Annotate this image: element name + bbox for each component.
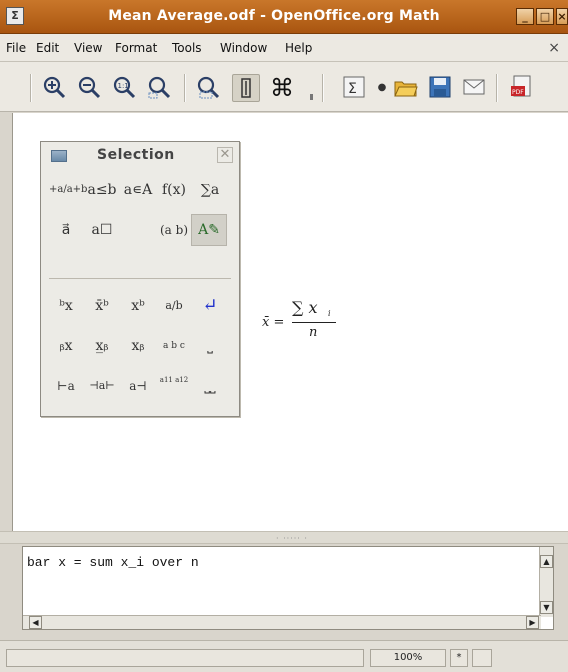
left-subscript-icon[interactable]: ᵦx bbox=[49, 332, 83, 360]
fraction-bar bbox=[292, 322, 336, 323]
export-pdf-icon[interactable]: PDF bbox=[508, 74, 536, 102]
formula-numerator-subscript: i bbox=[328, 309, 331, 318]
new-line-icon[interactable]: ↵ bbox=[193, 292, 227, 320]
zoom-100-icon[interactable]: 1:1 bbox=[110, 74, 138, 102]
zoom-in-icon[interactable] bbox=[40, 74, 68, 102]
attributes-icon[interactable]: a⃗ bbox=[49, 216, 83, 244]
svg-text:Σ: Σ bbox=[348, 81, 357, 97]
toolbar-separator bbox=[30, 74, 32, 102]
minimize-button[interactable]: _ bbox=[516, 8, 534, 25]
math-app-icon[interactable]: Σ bbox=[6, 7, 24, 25]
menu-window[interactable]: Window bbox=[220, 41, 267, 55]
selection-panel[interactable]: Selection ✕ +a/a+b a≤b a∊A f(x) ∑a a⃗ a☐… bbox=[40, 141, 240, 417]
window-title: Mean Average.odf - OpenOffice.org Math bbox=[108, 8, 440, 24]
menu-help[interactable]: Help bbox=[285, 41, 312, 55]
left-superscript-icon[interactable]: ᵇx bbox=[49, 292, 83, 320]
scroll-down-button[interactable]: ▼ bbox=[540, 601, 553, 614]
email-icon[interactable] bbox=[460, 74, 488, 102]
brackets-icon[interactable]: (a b) bbox=[157, 216, 191, 244]
right-superscript-icon[interactable]: xᵇ bbox=[121, 292, 155, 320]
right-subscript-icon[interactable]: xᵦ bbox=[121, 332, 155, 360]
menu-format[interactable]: Format bbox=[115, 41, 157, 55]
vertical-stack-icon[interactable]: a/b bbox=[157, 292, 191, 320]
zoom-selection-icon[interactable] bbox=[194, 74, 222, 102]
set-operations-icon[interactable]: a∊A bbox=[121, 176, 155, 204]
selection-panel-title: Selection bbox=[97, 147, 175, 163]
small-gap-icon[interactable]: ⎵ bbox=[193, 332, 227, 360]
toolbar-overflow-marker bbox=[310, 94, 313, 100]
formula-denominator: n bbox=[309, 325, 318, 340]
vertical-scrollbar[interactable]: ▲ ▼ bbox=[539, 547, 553, 617]
selection-panel-header[interactable]: Selection ✕ bbox=[41, 142, 239, 170]
zoom-out-icon[interactable] bbox=[75, 74, 103, 102]
commands-editor[interactable]: bar x = sum x_i over n ▲ ▼ ◀ ▶ bbox=[22, 546, 554, 630]
menu-file[interactable]: File bbox=[6, 41, 26, 55]
menu-bar: File Edit View Format Tools Window Help … bbox=[0, 34, 568, 62]
title-bar[interactable]: Σ Mean Average.odf - OpenOffice.org Math… bbox=[0, 0, 568, 34]
menu-view[interactable]: View bbox=[74, 41, 102, 55]
maximize-button[interactable]: □ bbox=[536, 8, 554, 25]
rendered-formula[interactable]: x̄ = ∑ x i n bbox=[262, 298, 352, 348]
sum-icon[interactable]: Σ bbox=[340, 74, 368, 102]
formula-cursor-icon[interactable] bbox=[232, 74, 260, 102]
splitter-grip[interactable]: · ····· · bbox=[276, 534, 308, 543]
status-extra bbox=[472, 649, 492, 667]
menu-tools[interactable]: Tools bbox=[172, 41, 202, 55]
zoom-page-icon[interactable] bbox=[145, 74, 173, 102]
document-modified-indicator: * bbox=[450, 649, 468, 667]
formats-icon[interactable]: A✎ bbox=[191, 214, 227, 246]
subscript-bottom-icon[interactable]: x̲ᵦ bbox=[85, 332, 119, 360]
symbols-icon[interactable]: ⌘ bbox=[268, 74, 296, 102]
save-icon[interactable] bbox=[426, 74, 454, 102]
svg-text:1:1: 1:1 bbox=[118, 82, 129, 90]
panel-icon bbox=[51, 150, 67, 162]
close-icon[interactable]: ✕ bbox=[217, 147, 233, 163]
operators-icon[interactable]: ∑a bbox=[193, 176, 227, 204]
horizontal-scrollbar[interactable]: ◀ ▶ bbox=[23, 615, 541, 629]
scroll-right-button[interactable]: ▶ bbox=[526, 616, 539, 629]
align-left-icon[interactable]: ⊢a bbox=[49, 372, 83, 400]
unary-binary-operators-icon[interactable]: +a/a+b bbox=[49, 176, 87, 204]
empty-slot bbox=[121, 216, 155, 244]
app-window: Σ Mean Average.odf - OpenOffice.org Math… bbox=[0, 0, 568, 672]
formula-lhs: x̄ = bbox=[262, 315, 285, 330]
status-bar: 100% * bbox=[0, 640, 568, 672]
window-splitter[interactable]: · ····· · bbox=[0, 531, 568, 544]
scroll-left-button[interactable]: ◀ bbox=[29, 616, 42, 629]
others-icon[interactable]: a☐ bbox=[85, 216, 119, 244]
open-folder-icon[interactable] bbox=[392, 74, 420, 102]
gap-icon[interactable]: ⎵⎵ bbox=[193, 372, 227, 400]
close-window-button[interactable]: × bbox=[556, 8, 568, 25]
toolbar-separator bbox=[496, 74, 498, 102]
zoom-level[interactable]: 100% bbox=[370, 649, 446, 667]
superscript-top-icon[interactable]: x̄ᵇ bbox=[85, 292, 119, 320]
matrix-icon[interactable]: a11 a12 bbox=[157, 372, 191, 400]
svg-text:PDF: PDF bbox=[512, 89, 524, 96]
standard-toolbar: 1:1 ⌘ Σ ● PDF bbox=[0, 62, 568, 112]
toolbar-separator bbox=[322, 74, 324, 102]
close-document-icon[interactable]: × bbox=[548, 40, 560, 56]
formula-numerator: ∑ x bbox=[292, 298, 318, 317]
toolbar-separator bbox=[184, 74, 186, 102]
formula-command-text[interactable]: bar x = sum x_i over n bbox=[27, 555, 199, 570]
functions-icon[interactable]: f(x) bbox=[157, 176, 191, 204]
panel-divider bbox=[49, 278, 231, 279]
triple-stack-icon[interactable]: a b c bbox=[157, 332, 191, 360]
relations-icon[interactable]: a≤b bbox=[85, 176, 119, 204]
align-right-icon[interactable]: a⊣ bbox=[121, 372, 155, 400]
status-message bbox=[6, 649, 364, 667]
align-center-icon[interactable]: ⊣a⊢ bbox=[85, 372, 119, 400]
scroll-up-button[interactable]: ▲ bbox=[540, 555, 553, 568]
menu-edit[interactable]: Edit bbox=[36, 41, 59, 55]
